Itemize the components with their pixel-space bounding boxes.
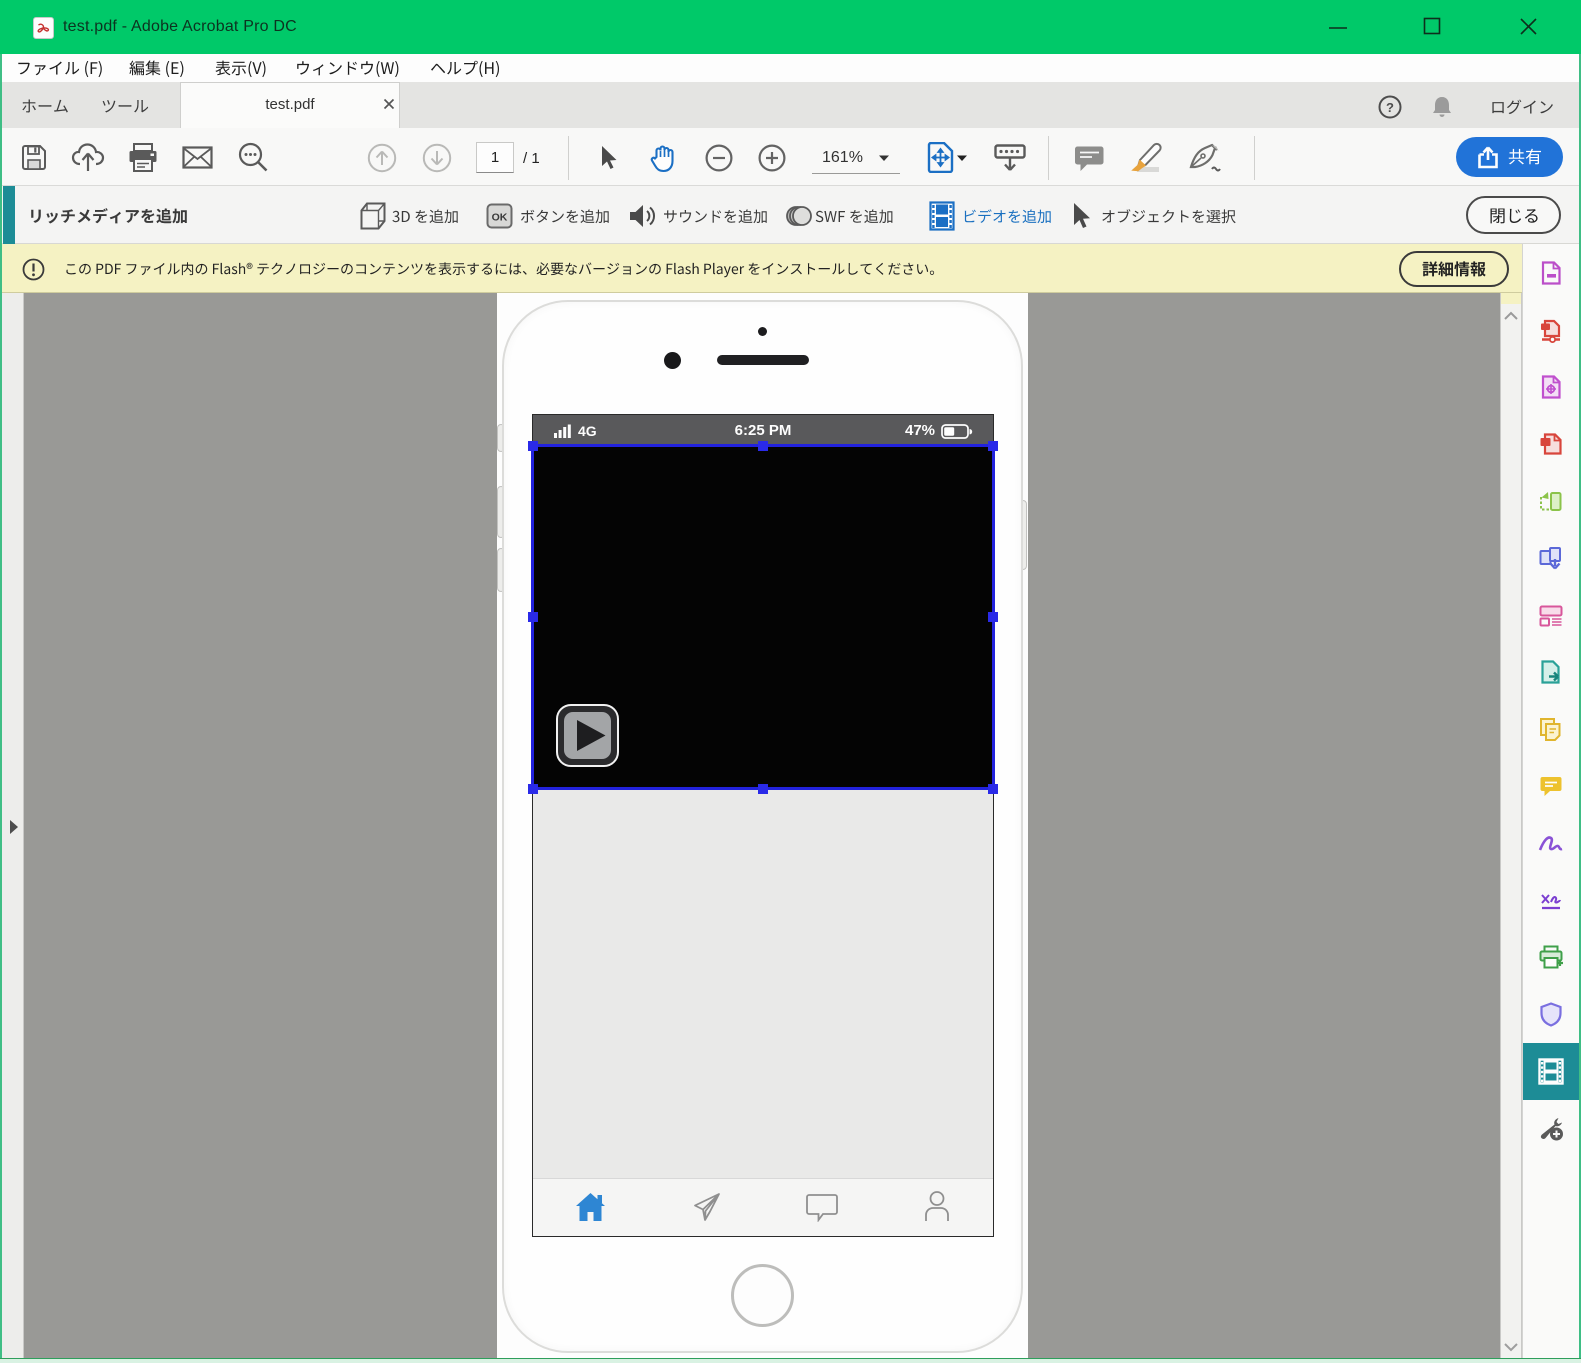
svg-text:?: ? <box>1386 100 1394 115</box>
svg-text:OK: OK <box>492 212 508 224</box>
